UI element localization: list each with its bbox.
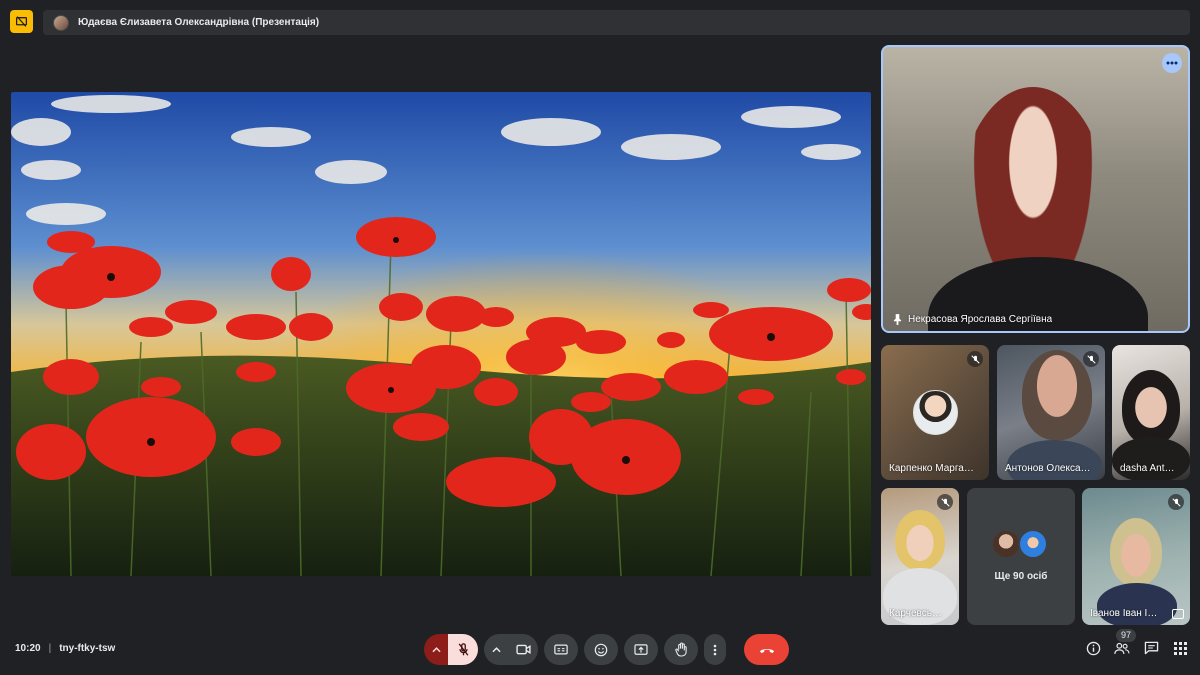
more-vertical-icon — [713, 644, 717, 655]
more-participants-tile[interactable]: Ще 90 осіб — [967, 488, 1075, 625]
participant-tile-karchev[interactable]: Карчевсь… — [881, 488, 959, 625]
participant-name: Некрасова Ярослава Сергіївна — [893, 314, 1052, 325]
camera-control — [484, 634, 538, 665]
more-horizontal-icon — [1166, 61, 1178, 65]
audio-options-button[interactable] — [424, 634, 448, 665]
info-icon — [1086, 641, 1100, 655]
chat-button[interactable] — [1143, 640, 1159, 656]
emoji-icon — [594, 643, 608, 656]
participant-video — [1122, 370, 1180, 445]
video-camera-icon — [515, 644, 531, 655]
present-screen-button[interactable] — [624, 634, 658, 665]
call-end-icon — [759, 648, 774, 653]
more-options-button[interactable] — [704, 634, 726, 665]
closed-captions-icon — [554, 644, 568, 655]
participant-tile-ivanov[interactable]: Іванов Іван І… — [1082, 488, 1190, 625]
people-button[interactable] — [1114, 640, 1130, 656]
leave-call-button[interactable] — [744, 634, 789, 665]
meeting-details-button[interactable] — [1085, 640, 1101, 656]
participant-tile-dasha[interactable]: dasha Ant… — [1112, 345, 1190, 480]
presentation-image — [11, 92, 871, 576]
presenter-title: Юдаєва Єлизавета Олександрівна (Презента… — [78, 17, 320, 28]
stop-presenting-icon — [15, 16, 28, 27]
apps-grid-icon — [1173, 641, 1187, 655]
presenter-avatar — [53, 14, 69, 31]
pinned-participant-tile[interactable]: Некрасова Ярослава Сергіївна — [881, 45, 1190, 333]
mic-off-icon — [937, 494, 953, 510]
more-options-button[interactable] — [1162, 53, 1182, 73]
people-icon — [1114, 642, 1130, 654]
captions-button[interactable] — [544, 634, 578, 665]
participant-name: Антонов Олекса… — [1005, 463, 1091, 474]
participant-name: dasha Ant… — [1120, 463, 1175, 474]
presenting-icon — [1172, 609, 1184, 619]
participant-name: Карчевсь… — [889, 608, 942, 619]
mic-off-icon — [1168, 494, 1184, 510]
presentation-banner: Юдаєва Єлизавета Олександрівна (Презента… — [43, 10, 1190, 35]
reactions-button[interactable] — [584, 634, 618, 665]
meeting-code: tny-ftky-tsw — [59, 643, 116, 654]
camera-toggle-button[interactable] — [508, 634, 538, 665]
present-to-all-icon — [634, 643, 648, 655]
mic-off-icon — [967, 351, 983, 367]
avatar — [913, 390, 958, 435]
clock-time: 10:20 — [15, 643, 41, 654]
participant-video — [1022, 350, 1092, 440]
participant-video — [895, 510, 945, 570]
mic-toggle-button[interactable] — [448, 634, 478, 665]
separator: | — [48, 643, 52, 654]
avatar — [1018, 529, 1048, 559]
call-controls — [424, 634, 789, 665]
hand-icon — [674, 642, 687, 657]
pin-icon — [893, 314, 902, 325]
presentation-stage — [11, 92, 871, 576]
side-panel-controls — [1085, 640, 1188, 656]
more-participants-label: Ще 90 осіб — [994, 571, 1048, 582]
avatar — [991, 529, 1021, 559]
stop-presenting-button[interactable] — [10, 10, 33, 33]
chevron-up-icon — [431, 646, 441, 652]
activities-button[interactable] — [1172, 640, 1188, 656]
mic-off-icon — [458, 642, 468, 656]
participant-tile-antonov[interactable]: Антонов Олекса… — [997, 345, 1105, 480]
meeting-info: 10:20 | tny-ftky-tsw — [15, 643, 115, 654]
participant-tile-karpenko[interactable]: Карпенко Марга… — [881, 345, 989, 480]
mic-off-icon — [1083, 351, 1099, 367]
participant-video — [1110, 518, 1162, 586]
raise-hand-button[interactable] — [664, 634, 698, 665]
chat-icon — [1144, 641, 1158, 655]
participant-name: Іванов Іван І… — [1090, 608, 1158, 619]
participant-name: Карпенко Марга… — [889, 463, 974, 474]
microphone-control — [424, 634, 478, 665]
video-options-button[interactable] — [484, 634, 508, 665]
chevron-up-icon — [491, 646, 501, 652]
